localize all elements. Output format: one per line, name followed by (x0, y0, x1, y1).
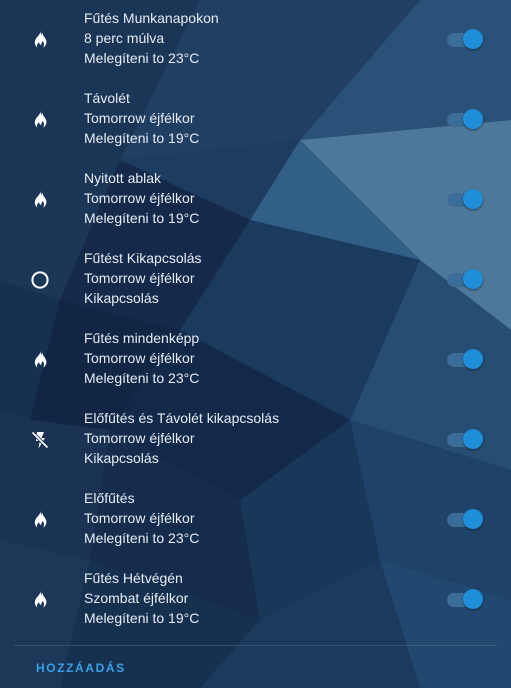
schedule-when: Tomorrow éjfélkor (84, 350, 195, 366)
schedule-text: Nyitott ablak Tomorrow éjfélkor Melegíteni… (84, 168, 424, 228)
flash-off-icon (27, 427, 53, 453)
schedule-name: Előfűtés (84, 490, 135, 506)
enable-toggle[interactable] (447, 589, 485, 611)
schedule-text: Előfűtés Tomorrow éjfélkor Melegíteni to 2… (84, 488, 424, 548)
circle-off-icon (27, 267, 53, 293)
schedule-row[interactable]: Távolét Tomorrow éjfélkor Melegíteni to 19… (0, 80, 511, 160)
schedule-text: Fűtés mindenképp Tomorrow éjfélkor Melegít… (84, 328, 424, 388)
schedule-row[interactable]: Előfűtés és Távolét kikapcsolás Tomorrow … (0, 400, 511, 480)
schedule-when: Tomorrow éjfélkor (84, 510, 195, 526)
schedule-when: Szombat éjfélkor (84, 590, 189, 606)
schedule-row[interactable]: Előfűtés Tomorrow éjfélkor Melegíteni to 2… (0, 480, 511, 560)
toggle-knob (463, 189, 483, 209)
schedule-text: Fűtést Kikapcsolás Tomorrow éjfélkor Kikap… (84, 248, 424, 308)
enable-toggle[interactable] (447, 109, 485, 131)
enable-toggle[interactable] (447, 29, 485, 51)
enable-toggle[interactable] (447, 189, 485, 211)
fire-icon (27, 187, 53, 213)
schedule-action: Melegíteni to 19°C (84, 610, 200, 626)
toggle-knob (463, 29, 483, 49)
toggle-knob (463, 509, 483, 529)
schedule-row[interactable]: Fűtést Kikapcsolás Tomorrow éjfélkor Kikap… (0, 240, 511, 320)
fire-icon (27, 107, 53, 133)
schedule-action: Melegíteni to 19°C (84, 210, 200, 226)
toggle-knob (463, 429, 483, 449)
schedule-name: Távolét (84, 90, 130, 106)
fire-icon (27, 587, 53, 613)
schedule-action: Melegíteni to 19°C (84, 130, 200, 146)
schedule-name: Fűtés Hétvégén (84, 570, 183, 586)
schedule-action: Kikapcsolás (84, 290, 159, 306)
schedule-when: Tomorrow éjfélkor (84, 190, 195, 206)
schedule-text: Fűtés Hétvégén Szombat éjfélkor Melegíteni… (84, 568, 424, 628)
toggle-knob (463, 589, 483, 609)
fire-icon (27, 507, 53, 533)
toggle-knob (463, 349, 483, 369)
schedule-when: Tomorrow éjfélkor (84, 270, 195, 286)
schedule-row[interactable]: Nyitott ablak Tomorrow éjfélkor Melegíteni… (0, 160, 511, 240)
schedule-action: Melegíteni to 23°C (84, 50, 200, 66)
schedule-text: Fűtés Munkanapokon 8 perc múlva Melegíteni… (84, 8, 424, 68)
schedule-text: Előfűtés és Távolét kikapcsolás Tomorrow … (84, 408, 424, 468)
add-button[interactable]: HOZZÁADÁS (22, 652, 140, 684)
schedule-action: Melegíteni to 23°C (84, 370, 200, 386)
enable-toggle[interactable] (447, 349, 485, 371)
divider (14, 645, 497, 646)
schedule-name: Nyitott ablak (84, 170, 162, 186)
toggle-knob (463, 109, 483, 129)
schedule-row[interactable]: Fűtés mindenképp Tomorrow éjfélkor Melegít… (0, 320, 511, 400)
enable-toggle[interactable] (447, 269, 485, 291)
enable-toggle[interactable] (447, 509, 485, 531)
schedule-row[interactable]: Fűtés Hétvégén Szombat éjfélkor Melegíteni… (0, 560, 511, 640)
toggle-knob (463, 269, 483, 289)
fire-icon (27, 27, 53, 53)
schedule-name: Fűtés Munkanapokon (84, 10, 219, 26)
enable-toggle[interactable] (447, 429, 485, 451)
schedule-name: Előfűtés és Távolét kikapcsolás (84, 410, 280, 426)
schedule-text: Távolét Tomorrow éjfélkor Melegíteni to 19… (84, 88, 424, 148)
schedule-action: Melegíteni to 23°C (84, 530, 200, 546)
schedule-action: Kikapcsolás (84, 450, 159, 466)
fire-icon (27, 347, 53, 373)
schedule-name: Fűtés mindenképp (84, 330, 200, 346)
schedule-row[interactable]: Fűtés Munkanapokon 8 perc múlva Melegíteni… (0, 0, 511, 80)
schedule-when: Tomorrow éjfélkor (84, 110, 195, 126)
schedule-when: 8 perc múlva (84, 30, 165, 46)
schedule-when: Tomorrow éjfélkor (84, 430, 195, 446)
schedule-name: Fűtést Kikapcsolás (84, 250, 202, 266)
